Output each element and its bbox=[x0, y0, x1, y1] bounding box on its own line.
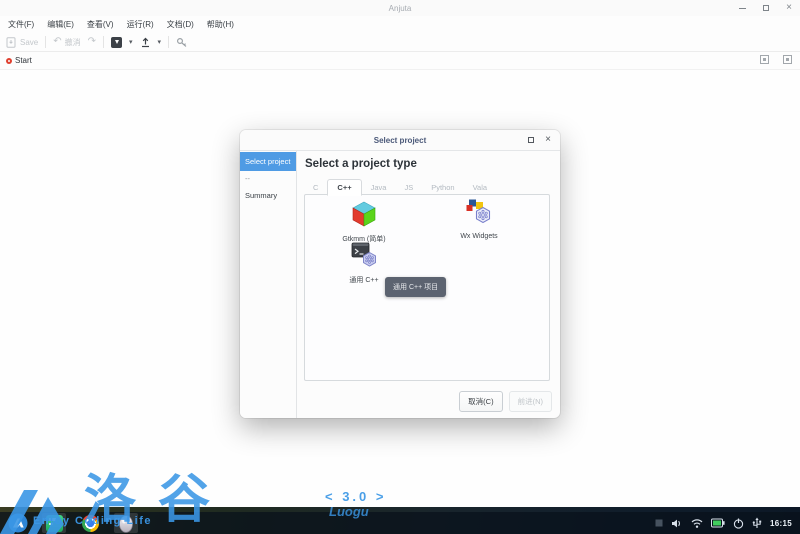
toolbar-separator bbox=[103, 36, 104, 48]
maximize-icon[interactable] bbox=[763, 5, 769, 11]
input-method-icon[interactable] bbox=[655, 519, 663, 527]
project-item-wxwidgets[interactable]: Wx Widgets bbox=[423, 199, 535, 240]
dialog-sidebar: Select project -- Summary bbox=[240, 151, 297, 418]
wx-widgets-icon bbox=[466, 199, 492, 226]
system-tray: 16:15 bbox=[655, 517, 800, 529]
redo-icon: ↷ bbox=[88, 37, 96, 47]
menu-document[interactable]: 文档(D) bbox=[167, 19, 194, 30]
undo-label: 撤消 bbox=[65, 37, 81, 48]
tab-python[interactable]: Python bbox=[422, 180, 463, 195]
save-button[interactable]: Save bbox=[6, 37, 38, 48]
key-icon bbox=[176, 37, 188, 48]
cancel-button[interactable]: 取消(C) bbox=[459, 391, 502, 412]
tab-cpp[interactable]: C++ bbox=[327, 179, 361, 196]
new-file-caret-icon[interactable]: ▾ bbox=[129, 38, 133, 46]
sidebar-item-summary[interactable]: Summary bbox=[240, 186, 296, 205]
language-tabs: C C++ Java JS Python Vala bbox=[304, 180, 496, 195]
new-file-button[interactable] bbox=[111, 37, 122, 48]
start-tab-icon bbox=[6, 58, 12, 64]
tab-js[interactable]: JS bbox=[395, 180, 422, 195]
taskbar-app-chrome[interactable] bbox=[78, 513, 102, 533]
project-tooltip: 通用 C++ 项目 bbox=[385, 277, 446, 297]
menu-view[interactable]: 查看(V) bbox=[87, 19, 114, 30]
terminal-package-icon bbox=[351, 242, 377, 268]
tab-java[interactable]: Java bbox=[362, 180, 396, 195]
save-icon bbox=[6, 37, 17, 48]
dialog-close-icon[interactable]: × bbox=[545, 135, 551, 145]
menu-edit[interactable]: 编辑(E) bbox=[47, 19, 74, 30]
commit-caret-icon[interactable]: ▾ bbox=[158, 38, 162, 46]
new-file-icon bbox=[111, 37, 122, 48]
minimize-icon[interactable] bbox=[739, 8, 746, 9]
menu-file[interactable]: 文件(F) bbox=[8, 19, 34, 30]
close-icon[interactable]: × bbox=[786, 3, 792, 13]
window-controls: × bbox=[739, 0, 792, 16]
wifi-icon[interactable] bbox=[691, 518, 703, 528]
luogu-launcher-icon bbox=[8, 513, 28, 533]
tab-vala[interactable]: Vala bbox=[464, 180, 496, 195]
start-tab-label: Start bbox=[15, 56, 32, 65]
dialog-body: Select project -- Summary Select a proje… bbox=[240, 151, 560, 418]
window-title: Anjuta bbox=[0, 4, 800, 13]
upload-icon bbox=[140, 37, 151, 48]
redo-button[interactable]: ↷ bbox=[88, 37, 96, 47]
anjuta-egg-icon bbox=[117, 513, 135, 533]
save-label: Save bbox=[20, 38, 38, 47]
menu-run[interactable]: 运行(R) bbox=[127, 19, 154, 30]
undo-icon: ↶ bbox=[53, 37, 61, 47]
dialog-footer: 取消(C) 前进(N) bbox=[459, 391, 552, 412]
power-icon[interactable] bbox=[733, 518, 744, 529]
gtkmm-cube-icon bbox=[351, 201, 377, 227]
sidebar-item-placeholder: -- bbox=[240, 171, 296, 186]
dialog-titlebar[interactable]: Select project × bbox=[240, 130, 560, 151]
dialog-heading: Select a project type bbox=[305, 158, 417, 170]
forward-button[interactable]: 前进(N) bbox=[509, 391, 552, 412]
menu-help[interactable]: 帮助(H) bbox=[207, 19, 234, 30]
project-list: Gtkmm (简单) bbox=[304, 194, 550, 381]
select-project-dialog: Select project × Select project -- Summa… bbox=[240, 130, 560, 418]
taskbar-apps bbox=[0, 513, 138, 533]
window-titlebar[interactable]: Anjuta × bbox=[0, 0, 800, 16]
toolbar: Save ↶ 撤消 ↷ ▾ ▾ bbox=[0, 33, 800, 52]
sidebar-item-select-project[interactable]: Select project bbox=[240, 152, 296, 171]
usb-icon[interactable] bbox=[752, 517, 762, 529]
tab-start[interactable]: Start bbox=[4, 56, 32, 65]
green-app-icon bbox=[46, 515, 63, 532]
key-tool-button[interactable] bbox=[176, 37, 188, 48]
dialog-controls: × bbox=[528, 135, 551, 145]
battery-icon[interactable] bbox=[711, 518, 725, 528]
toolbar-separator bbox=[168, 36, 169, 48]
taskbar: 16:15 bbox=[0, 512, 800, 534]
desktop: Anjuta × 文件(F) 编辑(E) 查看(V) 运行(R) 文档(D) 帮… bbox=[0, 0, 800, 534]
taskbar-app-anjuta[interactable] bbox=[114, 513, 138, 533]
menu-bar: 文件(F) 编辑(E) 查看(V) 运行(R) 文档(D) 帮助(H) bbox=[0, 16, 800, 33]
toolbar-separator bbox=[45, 36, 46, 48]
volume-icon[interactable] bbox=[671, 518, 683, 529]
pane-restore-icon[interactable] bbox=[760, 55, 769, 64]
undo-button[interactable]: ↶ 撤消 bbox=[53, 37, 80, 48]
dialog-title: Select project bbox=[240, 136, 560, 145]
taskbar-app-editor[interactable] bbox=[42, 513, 66, 533]
tab-c[interactable]: C bbox=[304, 180, 327, 195]
document-tab-bar: Start bbox=[0, 52, 800, 70]
pane-controls bbox=[760, 55, 792, 64]
chrome-icon bbox=[82, 515, 99, 532]
project-label: Wx Widgets bbox=[423, 233, 535, 240]
dialog-main: Select a project type C C++ Java JS Pyth… bbox=[297, 151, 560, 418]
dialog-maximize-icon[interactable] bbox=[528, 137, 534, 143]
pane-maximize-icon[interactable] bbox=[783, 55, 792, 64]
project-item-gtkmm[interactable]: Gtkmm (简单) bbox=[308, 201, 420, 244]
commit-button[interactable] bbox=[140, 37, 151, 48]
launcher-button[interactable] bbox=[6, 513, 30, 533]
clock[interactable]: 16:15 bbox=[770, 519, 792, 528]
